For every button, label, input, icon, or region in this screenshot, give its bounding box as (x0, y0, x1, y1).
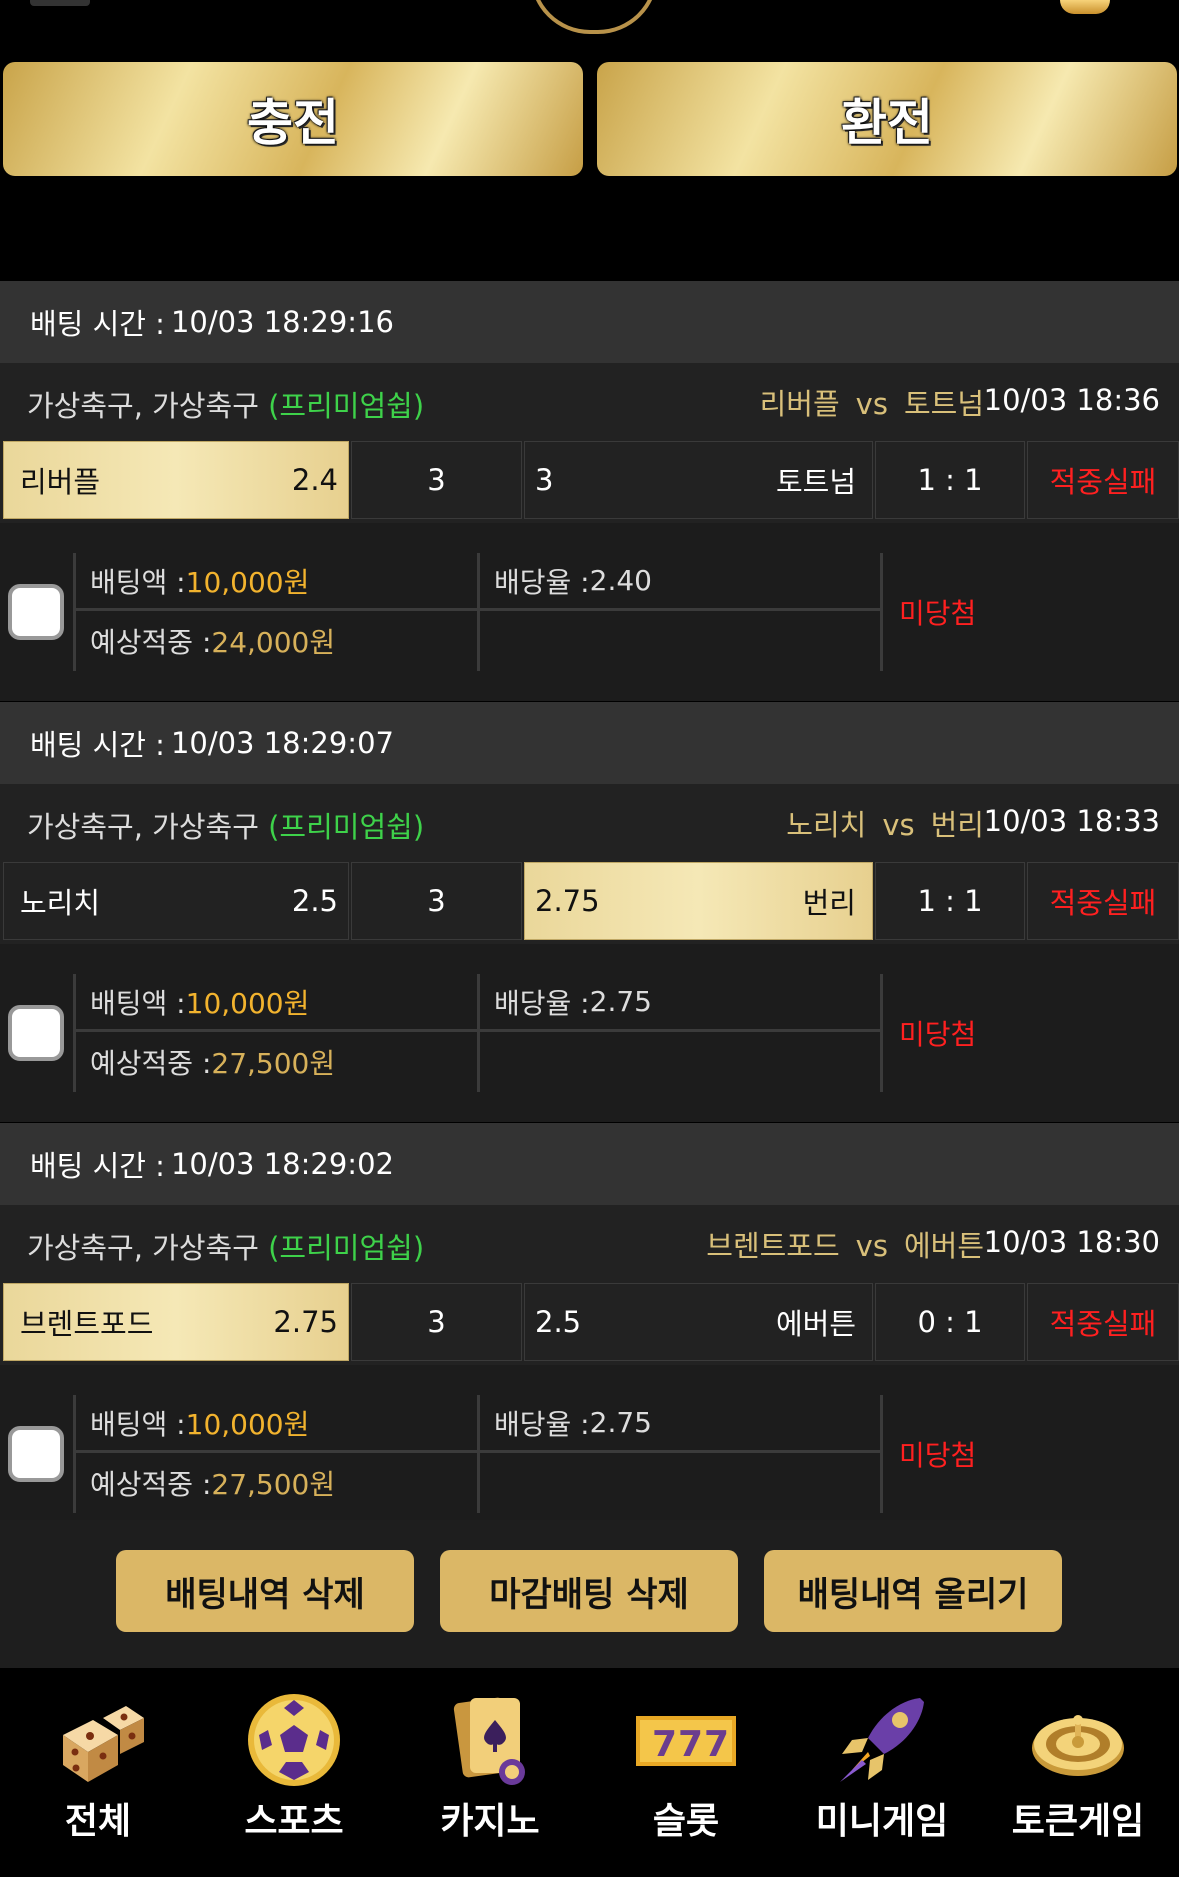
charge-button[interactable]: 충전 (3, 62, 583, 176)
nav-item-token-game[interactable]: 토큰게임 (980, 1668, 1176, 1877)
nav-item-slot[interactable]: 7 7 7 슬롯 (588, 1668, 784, 1877)
nav-item-all[interactable]: 전체 (0, 1668, 196, 1877)
svg-text:7: 7 (704, 1724, 729, 1765)
svg-text:7: 7 (652, 1724, 677, 1765)
bet-time-label: 배팅 시간 : (30, 307, 165, 341)
nav-label: 미니게임 (815, 1801, 949, 1842)
odds-value: 배당율 :2.75 (477, 1395, 880, 1453)
bet-time-value: 10/03 18:29:07 (170, 726, 394, 760)
match-teams: 리버플 vs 토트넘 (759, 387, 984, 421)
game-time: 10/03 18:36 (983, 383, 1160, 417)
exchange-button[interactable]: 환전 (597, 62, 1177, 176)
nav-label: 전체 (64, 1801, 132, 1842)
odds-value: 배당율 :2.40 (477, 553, 880, 611)
rocket-icon (840, 1698, 924, 1782)
away-odds-cell[interactable]: 2.75 번리 (524, 862, 873, 940)
home-odds-cell[interactable]: 노리치 2.5 (3, 862, 349, 940)
league-row: 가상축구, 가상축구 (프리미엄쉽) 리버플 vs 토트넘 10/03 18:36 (0, 363, 1179, 437)
odds-row: 노리치 2.5 3 2.75 번리 1 : 1 적중실패 (0, 862, 1179, 940)
cards-icon (453, 1697, 525, 1785)
away-odds-cell[interactable]: 2.5 에버튼 (524, 1283, 873, 1361)
roulette-icon (1032, 1715, 1124, 1776)
draw-odds-cell[interactable]: 3 (351, 441, 522, 519)
empty-cell (477, 1032, 880, 1092)
nav-item-minigame[interactable]: 미니게임 (784, 1668, 980, 1877)
score-cell: 1 : 1 (875, 441, 1025, 519)
league-tag: (프리미엄쉽) (268, 389, 425, 423)
menu-icon[interactable] (30, 0, 90, 6)
svg-text:7: 7 (678, 1724, 703, 1765)
game-time: 10/03 18:30 (983, 1225, 1160, 1259)
bet-time-header: 배팅 시간 : 10/03 18:29:07 (0, 702, 1179, 784)
soccer-ball-icon (248, 1694, 340, 1786)
delete-history-button[interactable]: 배팅내역 삭제 (116, 1550, 414, 1632)
league-tag: (프리미엄쉽) (268, 810, 425, 844)
home-odds-cell[interactable]: 리버플 2.4 (3, 441, 349, 519)
league-row: 가상축구, 가상축구 (프리미엄쉽) 노리치 vs 번리 10/03 18:33 (0, 784, 1179, 858)
top-bar (0, 0, 1179, 60)
away-odds-cell[interactable]: 3 토트넘 (524, 441, 873, 519)
league-tag: (프리미엄쉽) (268, 1231, 425, 1265)
nav-label: 토큰게임 (1011, 1801, 1145, 1842)
expected-win: 예상적중 :24,000원 (73, 611, 477, 671)
bet-time-header: 배팅 시간 : 10/03 18:29:02 (0, 1123, 1179, 1205)
score-cell: 1 : 1 (875, 862, 1025, 940)
result-cell: 적중실패 (1027, 862, 1179, 940)
bet-card: 배팅 시간 : 10/03 18:29:16 가상축구, 가상축구 (프리미엄쉽… (0, 281, 1179, 701)
empty-cell (477, 1453, 880, 1513)
game-time: 10/03 18:33 (983, 804, 1160, 838)
nav-label: 스포츠 (244, 1801, 344, 1842)
status-text: 미당첨 (880, 974, 1179, 1092)
score-cell: 0 : 1 (875, 1283, 1025, 1361)
result-cell: 적중실패 (1027, 441, 1179, 519)
draw-odds-cell[interactable]: 3 (351, 1283, 522, 1361)
bet-detail: 배팅액 :10,000원 배당율 :2.75 예상적중 :27,500원 미당첨 (0, 1365, 1179, 1543)
bet-time-label: 배팅 시간 : (30, 1149, 165, 1183)
bet-time-value: 10/03 18:29:16 (170, 305, 394, 339)
nav-label: 카지노 (440, 1801, 540, 1842)
delete-closed-bets-button[interactable]: 마감배팅 삭제 (440, 1550, 738, 1632)
bet-time-value: 10/03 18:29:02 (170, 1147, 394, 1181)
bet-time-label: 배팅 시간 : (30, 728, 165, 762)
expected-win: 예상적중 :27,500원 (73, 1453, 477, 1513)
odds-row: 리버플 2.4 3 3 토트넘 1 : 1 적중실패 (0, 441, 1179, 519)
expected-win: 예상적중 :27,500원 (73, 1032, 477, 1092)
bet-detail: 배팅액 :10,000원 배당율 :2.75 예상적중 :27,500원 미당첨 (0, 944, 1179, 1122)
bet-amount: 배팅액 :10,000원 (73, 1395, 477, 1453)
bet-detail: 배팅액 :10,000원 배당율 :2.40 예상적중 :24,000원 미당첨 (0, 523, 1179, 701)
select-checkbox[interactable] (8, 584, 64, 640)
dice-icon (63, 1706, 144, 1782)
result-cell: 적중실패 (1027, 1283, 1179, 1361)
slot-777-icon: 7 7 7 (636, 1716, 736, 1766)
bet-card: 배팅 시간 : 10/03 18:29:07 가상축구, 가상축구 (프리미엄쉽… (0, 702, 1179, 1122)
league-name: 가상축구, 가상축구 (프리미엄쉽) (27, 1231, 425, 1265)
status-text: 미당첨 (880, 1395, 1179, 1513)
league-row: 가상축구, 가상축구 (프리미엄쉽) 브렌트포드 vs 에버튼 10/03 18:3… (0, 1205, 1179, 1279)
odds-row: 브렌트포드 2.75 3 2.5 에버튼 0 : 1 적중실패 (0, 1283, 1179, 1361)
nav-label: 슬롯 (652, 1801, 720, 1842)
logo[interactable] (530, 0, 658, 34)
bet-amount: 배팅액 :10,000원 (73, 974, 477, 1032)
nav-item-casino[interactable]: 카지노 (392, 1668, 588, 1877)
bet-amount: 배팅액 :10,000원 (73, 553, 477, 611)
bet-card: 배팅 시간 : 10/03 18:29:02 가상축구, 가상축구 (프리미엄쉽… (0, 1123, 1179, 1543)
match-teams: 브렌트포드 vs 에버튼 (706, 1229, 984, 1263)
bottom-nav: 전체 스포츠 카지노 7 7 7 슬롯 미니게임 토큰게임 (0, 1668, 1179, 1877)
league-name: 가상축구, 가상축구 (프리미엄쉽) (27, 810, 425, 844)
empty-cell (477, 611, 880, 671)
draw-odds-cell[interactable]: 3 (351, 862, 522, 940)
match-teams: 노리치 vs 번리 (786, 808, 984, 842)
action-bar: 배팅내역 삭제 마감배팅 삭제 배팅내역 올리기 (0, 1520, 1179, 1668)
profile-icon[interactable] (1060, 0, 1110, 14)
odds-value: 배당율 :2.75 (477, 974, 880, 1032)
home-odds-cell[interactable]: 브렌트포드 2.75 (3, 1283, 349, 1361)
status-text: 미당첨 (880, 553, 1179, 671)
league-name: 가상축구, 가상축구 (프리미엄쉽) (27, 389, 425, 423)
nav-item-sports[interactable]: 스포츠 (196, 1668, 392, 1877)
post-history-button[interactable]: 배팅내역 올리기 (764, 1550, 1062, 1632)
select-checkbox[interactable] (8, 1005, 64, 1061)
bet-time-header: 배팅 시간 : 10/03 18:29:16 (0, 281, 1179, 363)
select-checkbox[interactable] (8, 1426, 64, 1482)
